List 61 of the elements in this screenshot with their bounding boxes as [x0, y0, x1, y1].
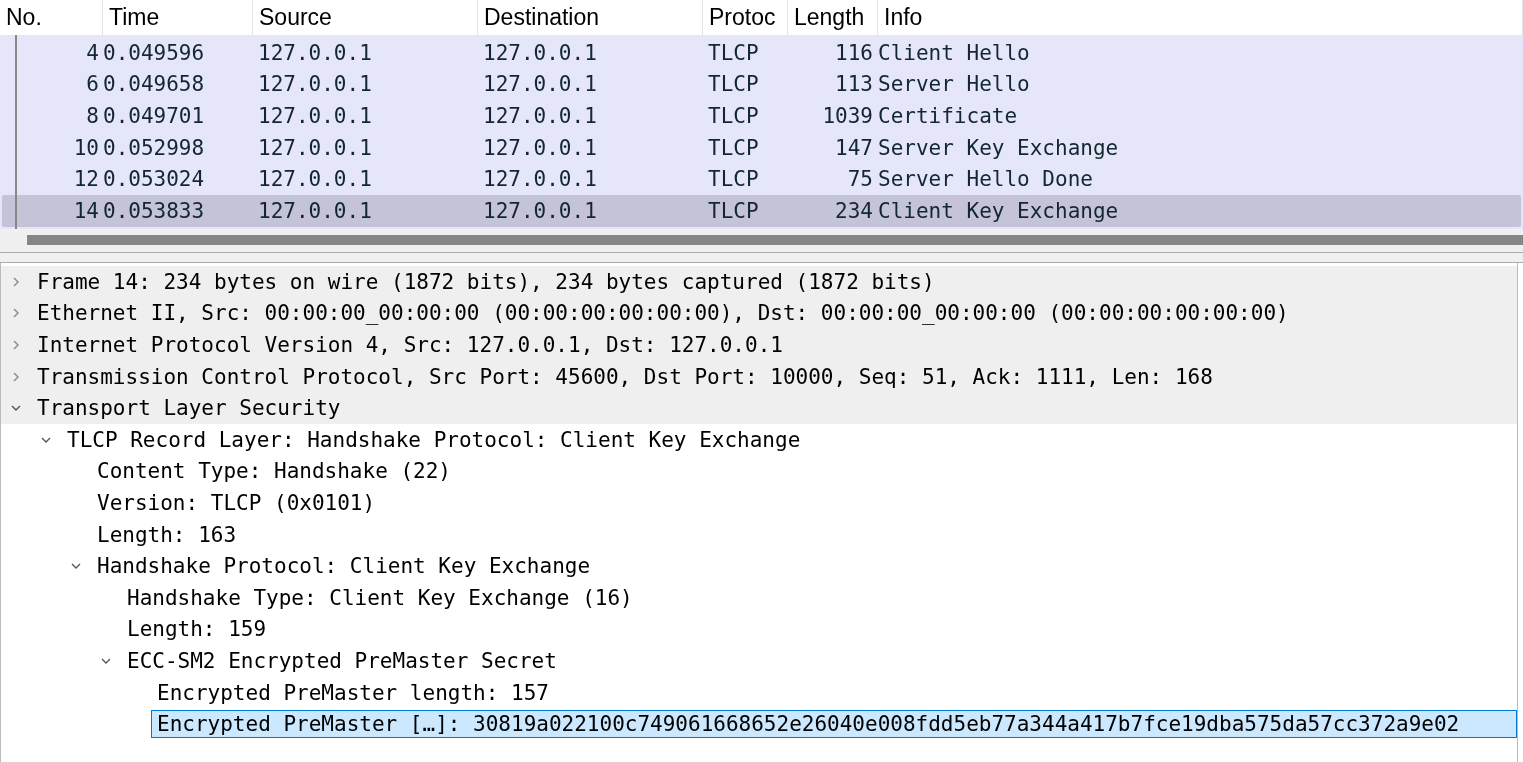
- tree-item[interactable]: Handshake Type: Client Key Exchange (16): [121, 583, 638, 612]
- table-cell-text: 6: [85, 72, 100, 97]
- table-cell-text: 127.0.0.1: [257, 198, 373, 223]
- table-cell-text: 113: [834, 72, 874, 97]
- table-cell-text: Server Hello: [878, 72, 1031, 97]
- table-cell-text: 234: [834, 198, 874, 223]
- table-cell-text: 127.0.0.1: [482, 40, 598, 65]
- table-cell-text: 127.0.0.1: [257, 167, 373, 192]
- table-cell-text: Server Key Exchange: [878, 135, 1120, 160]
- table-cell-text: 1039: [821, 104, 874, 128]
- table-cell-text: 116: [834, 40, 874, 65]
- packet-row[interactable]: 8 0.049701 127.0.0.1 127.0.0.1 TLCP 1039 Certificate: [2, 100, 1521, 132]
- table-cell-text: 0.052998: [103, 135, 206, 160]
- tree-item[interactable]: Encrypted PreMaster […]: 30819a022100c749061668652e26040e008fdd5eb77a344a417b7fce19dba575da57cc372a9e02: [151, 710, 1517, 739]
- table-cell-text: 8: [85, 104, 100, 128]
- packet-row[interactable]: 14 0.053833 127.0.0.1 127.0.0.1 TLCP 234 Client Key Exchange: [2, 194, 1521, 227]
- tree-item[interactable]: Content Type: Handshake (22): [91, 457, 456, 486]
- table-cell-text: 4: [85, 40, 100, 65]
- table-cell-text: 127.0.0.1: [482, 72, 598, 97]
- table-cell-text: 75: [846, 167, 874, 192]
- table-cell-text: 14: [72, 198, 100, 223]
- tree-item[interactable]: Length: 163: [91, 520, 242, 549]
- tree-item[interactable]: Handshake Protocol: Client Key Exchange: [91, 552, 596, 581]
- table-cell-text: 127.0.0.1: [482, 104, 598, 128]
- table-cell-text: 0.049596: [103, 40, 206, 65]
- table-cell-text: Server Hello Done: [878, 167, 1094, 192]
- scrollbar-thumb[interactable]: [27, 235, 1523, 245]
- table-cell-text: TLCP: [707, 104, 760, 128]
- packet-row[interactable]: 12 0.053024 127.0.0.1 127.0.0.1 TLCP 75 Server Hello Done: [2, 163, 1521, 195]
- packet-row[interactable]: 6 0.049658 127.0.0.1 127.0.0.1 TLCP 113 Server Hello: [2, 68, 1521, 101]
- tree-item[interactable]: TLCP Record Layer: Handshake Protocol: Client Key Exchange: [61, 425, 806, 454]
- tree-item[interactable]: Transport Layer Security: [31, 394, 346, 423]
- packet-row[interactable]: 4 0.049596 127.0.0.1 127.0.0.1 TLCP 116 Client Hello: [2, 37, 1521, 69]
- table-cell-text: 127.0.0.1: [482, 198, 598, 223]
- packet-row[interactable]: 10 0.052998 127.0.0.1 127.0.0.1 TLCP 147 Server Key Exchange: [2, 131, 1521, 164]
- table-cell-text: 147: [834, 135, 874, 160]
- table-cell-text: Client Key Exchange: [878, 198, 1120, 223]
- table-cell-text: TLCP: [707, 135, 760, 160]
- tree-item[interactable]: ECC-SM2 Encrypted PreMaster Secret: [121, 646, 562, 675]
- table-cell-text: TLCP: [707, 40, 760, 65]
- table-cell-text: TLCP: [707, 198, 760, 223]
- table-cell-text: 127.0.0.1: [257, 135, 373, 160]
- table-cell-text: TLCP: [707, 167, 760, 192]
- table-cell-text: 0.053024: [103, 167, 206, 192]
- table-cell-text: 12: [72, 167, 100, 192]
- table-cell-text: 0.049658: [103, 72, 206, 97]
- tree-item[interactable]: Encrypted PreMaster length: 157: [151, 678, 554, 707]
- tree-item[interactable]: Version: TLCP (0x0101): [91, 488, 381, 517]
- table-cell-text: 127.0.0.1: [257, 40, 373, 65]
- table-cell-text: 0.053833: [103, 198, 206, 223]
- table-cell-text: 127.0.0.1: [482, 167, 598, 192]
- pane-splitter[interactable]: [0, 253, 1523, 263]
- table-cell-text: 127.0.0.1: [257, 104, 373, 128]
- tree-item[interactable]: Length: 159: [121, 615, 272, 644]
- table-cell-text: 10: [72, 135, 100, 160]
- table-cell-text: 127.0.0.1: [257, 72, 373, 97]
- table-cell-text: Certificate: [878, 104, 1019, 128]
- table-cell-text: 0.049701: [103, 104, 206, 128]
- table-cell-text: Client Hello: [878, 40, 1031, 65]
- table-cell-text: TLCP: [707, 72, 760, 97]
- table-cell-text: 127.0.0.1: [482, 135, 598, 160]
